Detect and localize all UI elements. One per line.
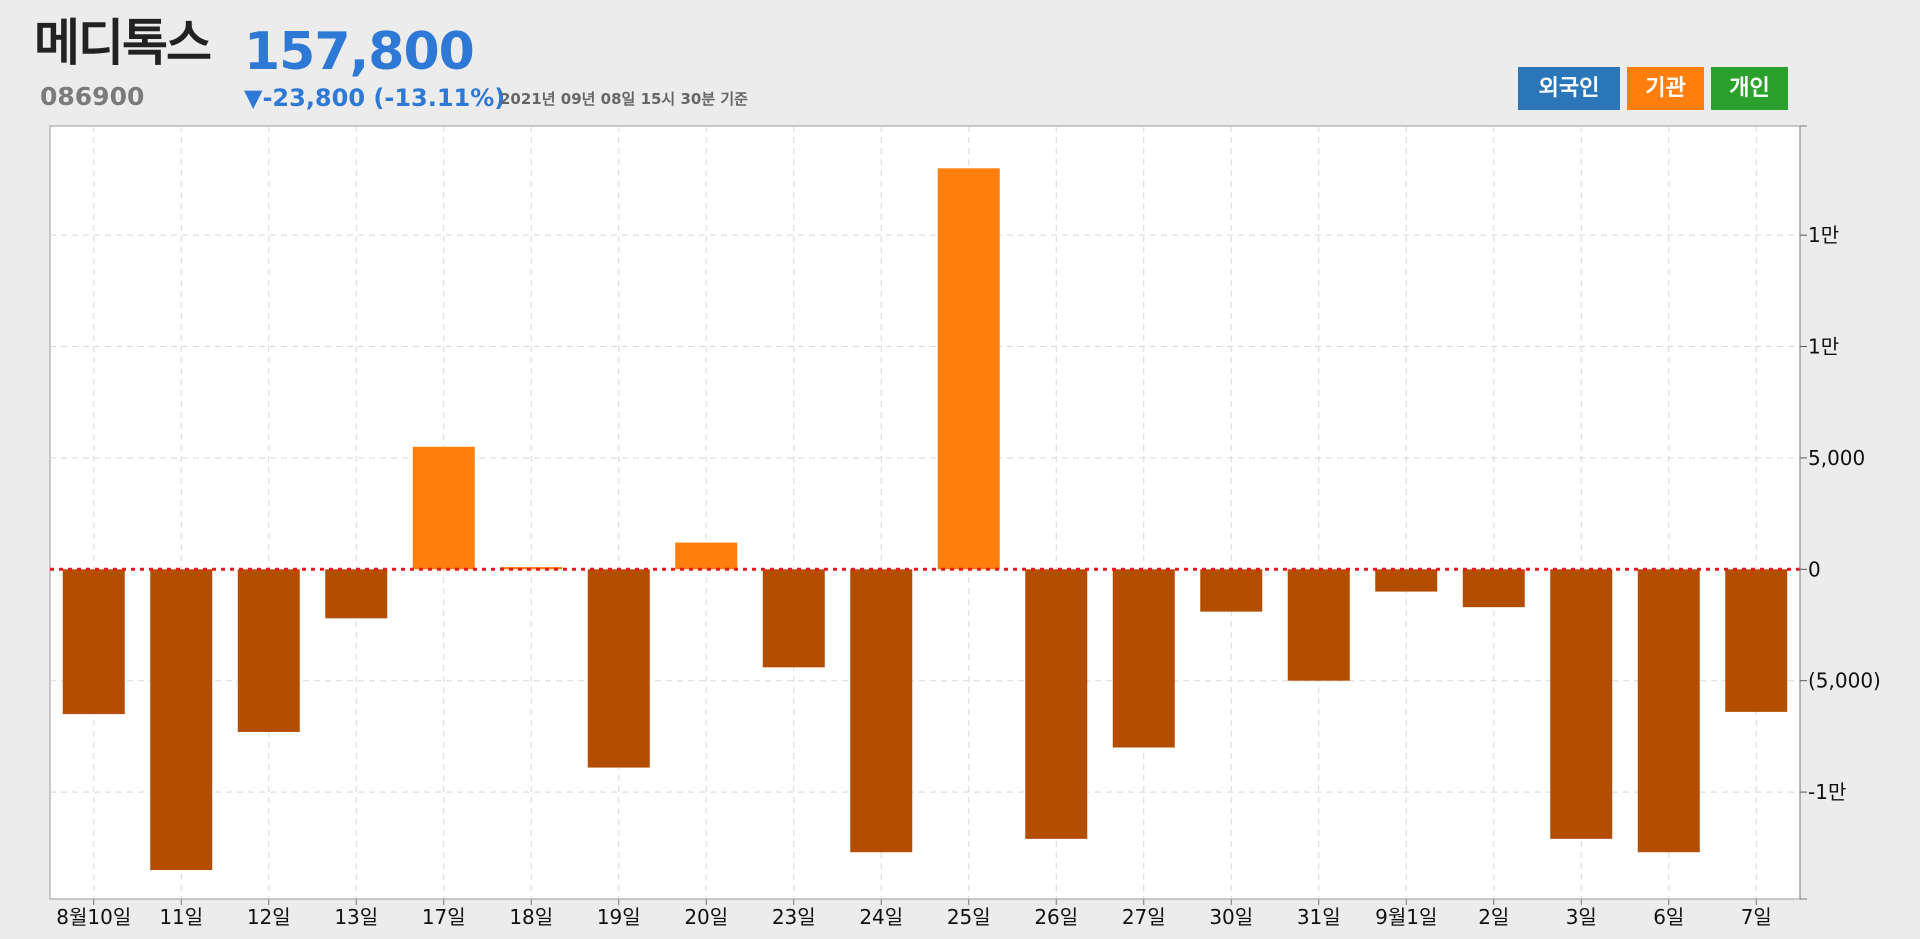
x-axis-label: 20일 <box>684 905 728 929</box>
x-axis-label: 2일 <box>1478 905 1509 929</box>
y-axis-tick-label: 5,000 <box>1808 446 1865 470</box>
bar-25일 <box>937 168 1000 570</box>
bar-12일 <box>237 569 300 732</box>
x-axis-label: 7일 <box>1741 905 1772 929</box>
y-axis-tick-label: -1만 <box>1808 780 1846 804</box>
bar-26일 <box>1025 569 1088 839</box>
bar-24일 <box>850 569 913 853</box>
x-axis-label: 25일 <box>947 905 991 929</box>
plot-area <box>49 125 1801 900</box>
bar-17일 <box>412 446 475 570</box>
x-axis-label: 23일 <box>772 905 816 929</box>
bar-27일 <box>1112 569 1175 748</box>
x-axis-label: 6일 <box>1653 905 1684 929</box>
x-axis-label: 27일 <box>1122 905 1166 929</box>
bar-11일 <box>150 569 213 871</box>
x-axis-label: 9월1일 <box>1375 905 1437 929</box>
y-axis-tick-label: (5,000) <box>1808 669 1881 693</box>
bar-2일 <box>1462 569 1525 608</box>
x-axis-label: 17일 <box>422 905 466 929</box>
x-axis-label: 3일 <box>1566 905 1597 929</box>
x-axis-label: 31일 <box>1297 905 1341 929</box>
bar-3일 <box>1550 569 1613 839</box>
x-axis-label: 12일 <box>247 905 291 929</box>
x-axis-label: 13일 <box>334 905 378 929</box>
x-axis-label: 11일 <box>159 905 203 929</box>
x-axis-label: 18일 <box>509 905 553 929</box>
x-axis-label: 19일 <box>597 905 641 929</box>
y-axis-tick-label: 0 <box>1808 557 1821 581</box>
bar-9월1일 <box>1375 569 1438 592</box>
bar-31일 <box>1287 569 1350 681</box>
bar-6일 <box>1637 569 1700 853</box>
x-axis-label: 26일 <box>1034 905 1078 929</box>
bar-8월10일 <box>62 569 125 715</box>
y-axis-tick-label: 1만 <box>1808 335 1839 359</box>
net-buying-bar-chart: 1만 1만 5,000 0 (5,000) -1만 8월10일 11일 12일 13일 17일 18일… <box>49 125 1881 929</box>
bar-23일 <box>762 569 825 668</box>
bar-13일 <box>325 569 388 619</box>
bar-30일 <box>1200 569 1263 612</box>
bar-7일 <box>1725 569 1788 712</box>
bar-20일 <box>675 542 738 570</box>
bar-19일 <box>587 569 650 768</box>
x-axis-label: 30일 <box>1209 905 1253 929</box>
y-axis-tick-label: 1만 <box>1808 223 1839 247</box>
x-axis-label: 8월10일 <box>56 905 131 929</box>
x-axis-label: 24일 <box>859 905 903 929</box>
